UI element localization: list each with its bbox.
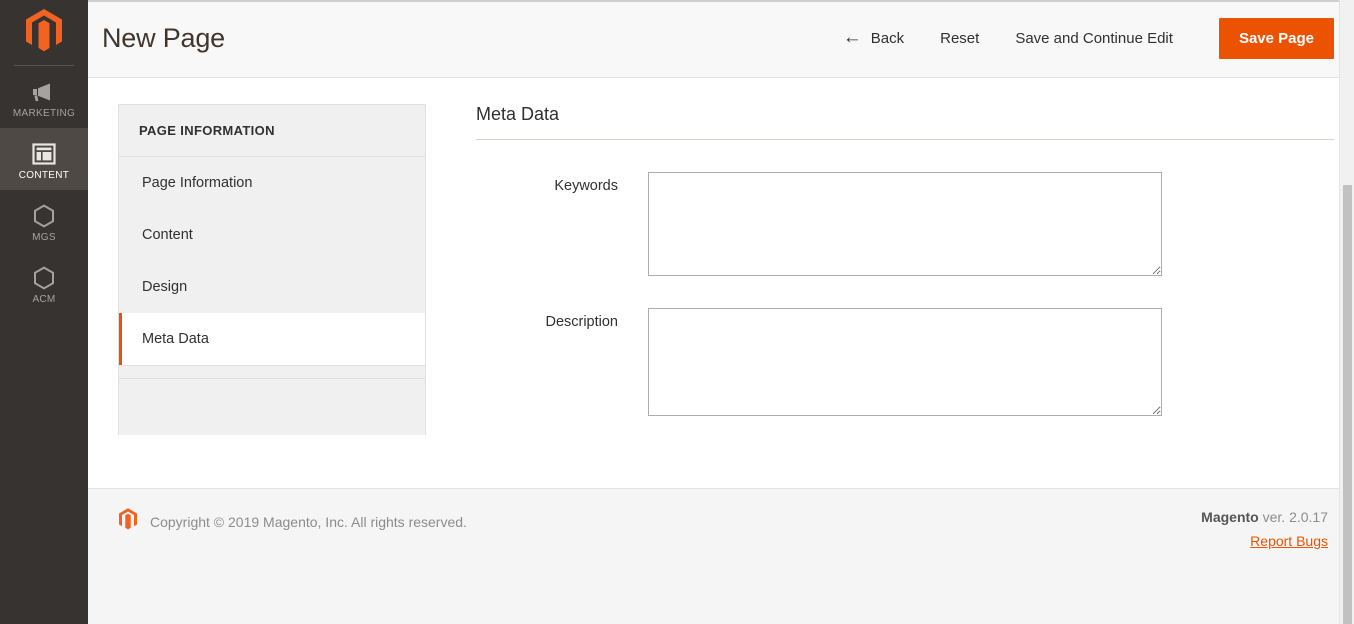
form-nav: PAGE INFORMATION Page Information Conten… <box>118 104 426 435</box>
save-and-continue-edit-button[interactable]: Save and Continue Edit <box>997 22 1191 55</box>
form-nav-item-design[interactable]: Design <box>119 261 425 313</box>
page-title: New Page <box>102 23 225 53</box>
form-nav-item-label: Content <box>142 227 193 243</box>
magento-logo-icon <box>24 8 64 58</box>
report-bugs-link[interactable]: Report Bugs <box>1201 533 1328 549</box>
description-label: Description <box>545 314 618 330</box>
footer-brand-name: Magento <box>1201 509 1259 525</box>
form-nav-item-label: Meta Data <box>142 331 209 347</box>
footer-copyright: Copyright © 2019 Magento, Inc. All right… <box>150 513 467 530</box>
footer-version: Magento ver. 2.0.17 <box>1201 509 1328 525</box>
main-column: New Page ← Back Reset Save and Continue … <box>88 0 1354 624</box>
description-control <box>648 308 1162 416</box>
form-nav-item-content[interactable]: Content <box>119 209 425 261</box>
arrow-left-icon: ← <box>842 27 862 48</box>
save-page-button[interactable]: Save Page <box>1218 18 1334 59</box>
footer-version-number: ver. 2.0.17 <box>1258 509 1328 525</box>
page-footer: Copyright © 2019 Magento, Inc. All right… <box>88 488 1354 624</box>
hexagon-icon <box>33 203 55 229</box>
save-and-continue-edit-label: Save and Continue Edit <box>1015 30 1173 47</box>
header-actions: ← Back Reset Save and Continue Edit Save… <box>833 18 1334 59</box>
admin-page: MARKETING CONTENT MGS ACM New Page ← Bac… <box>0 0 1354 624</box>
sidebar-item-label: CONTENT <box>18 170 70 181</box>
form-nav-tail <box>119 365 425 379</box>
field-row-description: Description <box>476 308 1334 416</box>
footer-right: Magento ver. 2.0.17 Report Bugs <box>1201 507 1328 549</box>
layout-window-icon <box>32 141 56 167</box>
back-button-label: Back <box>870 30 905 47</box>
form-nav-section-title: PAGE INFORMATION <box>119 104 425 157</box>
page-scrollbar-thumb[interactable] <box>1343 185 1352 624</box>
keywords-control <box>648 172 1162 276</box>
page-scrollbar[interactable] <box>1339 0 1354 624</box>
form-nav-item-meta-data[interactable]: Meta Data <box>119 313 425 365</box>
reset-button-label: Reset <box>940 30 980 47</box>
sidebar-item-content[interactable]: CONTENT <box>0 128 88 190</box>
form-nav-item-label: Design <box>142 279 188 295</box>
section-heading: Meta Data <box>476 104 1334 140</box>
sidebar-item-label: MGS <box>32 232 56 243</box>
keywords-label: Keywords <box>554 178 618 194</box>
back-button[interactable]: ← Back <box>833 21 922 56</box>
reset-button[interactable]: Reset <box>922 22 997 55</box>
description-input[interactable] <box>648 308 1162 416</box>
sidebar-item-label: MARKETING <box>12 108 76 119</box>
save-page-label: Save Page <box>1238 30 1314 47</box>
hexagon-icon <box>33 265 55 291</box>
form-nav-item-page-information[interactable]: Page Information <box>119 157 425 209</box>
magento-logo[interactable] <box>0 0 88 66</box>
magento-logo-icon <box>118 507 138 536</box>
keywords-input[interactable] <box>648 172 1162 276</box>
sidebar-item-acm[interactable]: ACM <box>0 252 88 314</box>
megaphone-icon <box>31 79 57 105</box>
field-row-keywords: Keywords <box>476 172 1334 276</box>
footer-left: Copyright © 2019 Magento, Inc. All right… <box>118 507 467 536</box>
form-nav-item-label: Page Information <box>142 175 253 191</box>
page-header: New Page ← Back Reset Save and Continue … <box>88 0 1354 78</box>
content-panel: Meta Data Keywords Description <box>426 104 1354 488</box>
sidebar-item-mgs[interactable]: MGS <box>0 190 88 252</box>
sidebar-item-label: ACM <box>32 294 56 305</box>
sidebar-item-marketing[interactable]: MARKETING <box>0 66 88 128</box>
page-body: PAGE INFORMATION Page Information Conten… <box>88 78 1354 488</box>
admin-sidebar: MARKETING CONTENT MGS ACM <box>0 0 88 624</box>
